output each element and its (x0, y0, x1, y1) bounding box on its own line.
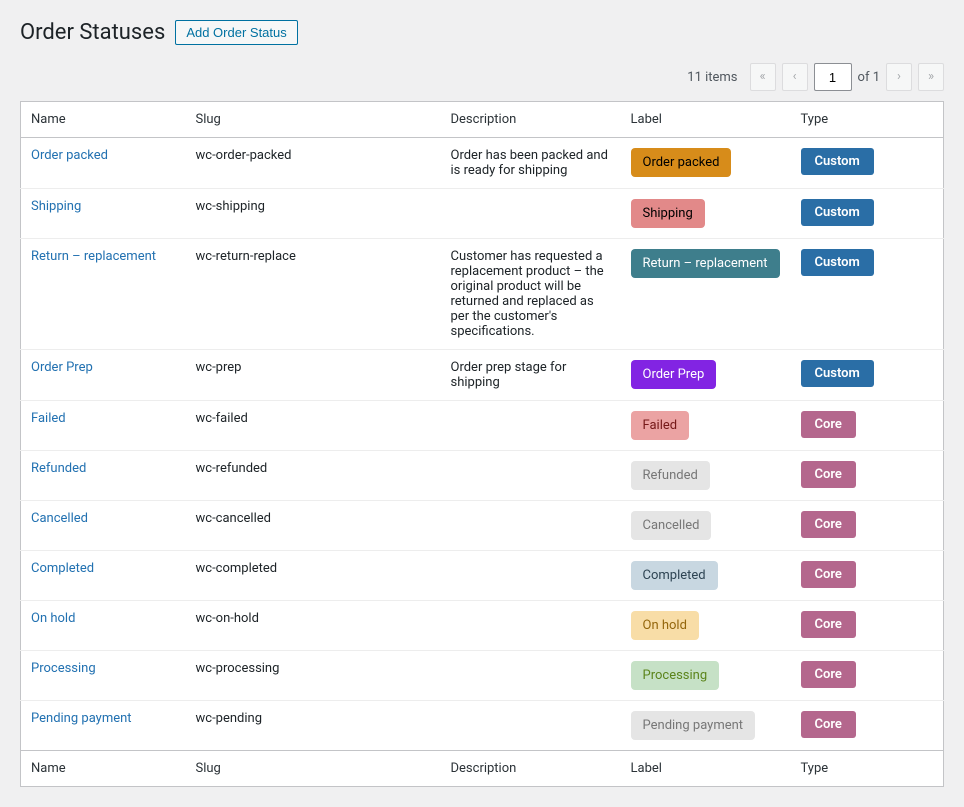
status-slug: wc-shipping (186, 189, 441, 239)
status-label-badge: Refunded (631, 461, 710, 490)
status-name-link[interactable]: Return – replacement (31, 249, 156, 264)
col-header-description[interactable]: Description (441, 102, 621, 138)
table-row: Completed wc-completed Completed Core (21, 551, 944, 601)
status-label-badge: On hold (631, 611, 699, 640)
status-description: Order has been packed and is ready for s… (441, 138, 621, 189)
status-description (441, 601, 621, 651)
status-description (441, 451, 621, 501)
table-row: Failed wc-failed Failed Core (21, 401, 944, 451)
col-header-type[interactable]: Type (791, 102, 944, 138)
status-type-badge: Core (801, 661, 856, 688)
status-description: Order prep stage for shipping (441, 350, 621, 401)
table-row: Shipping wc-shipping Shipping Custom (21, 189, 944, 239)
status-name-link[interactable]: Refunded (31, 461, 86, 476)
table-row: Pending payment wc-pending Pending payment… (21, 701, 944, 751)
prev-page-button[interactable]: ‹ (782, 63, 808, 91)
status-name-link[interactable]: On hold (31, 611, 75, 626)
status-slug: wc-failed (186, 401, 441, 451)
status-label-badge: Order Prep (631, 360, 717, 389)
page-title: Order Statuses (20, 20, 165, 45)
status-slug: wc-return-replace (186, 239, 441, 350)
col-footer-slug: Slug (186, 751, 441, 787)
items-count: 11 items (687, 70, 737, 85)
col-footer-name: Name (21, 751, 186, 787)
status-type-badge: Core (801, 461, 856, 488)
status-type-badge: Core (801, 711, 856, 738)
status-slug: wc-cancelled (186, 501, 441, 551)
status-type-badge: Core (801, 511, 856, 538)
col-footer-description: Description (441, 751, 621, 787)
status-slug: wc-completed (186, 551, 441, 601)
table-row: Return – replacementwc-return-replaceCus… (21, 239, 944, 350)
status-name-link[interactable]: Order packed (31, 148, 108, 163)
status-type-badge: Custom (801, 199, 874, 226)
col-header-name[interactable]: Name (21, 102, 186, 138)
table-row: Order Prep wc-prepOrder prep stage for sh… (21, 350, 944, 401)
next-page-button[interactable]: › (886, 63, 912, 91)
status-slug: wc-refunded (186, 451, 441, 501)
status-label-badge: Pending payment (631, 711, 756, 740)
status-description: Customer has requested a replacement pro… (441, 239, 621, 350)
status-label-badge: Order packed (631, 148, 732, 177)
status-label-badge: Cancelled (631, 511, 712, 540)
status-type-badge: Core (801, 561, 856, 588)
table-row: Processing wc-processing Processing Core (21, 651, 944, 701)
status-description (441, 651, 621, 701)
status-description (441, 401, 621, 451)
status-slug: wc-order-packed (186, 138, 441, 189)
status-name-link[interactable]: Order Prep (31, 360, 93, 375)
status-description (441, 701, 621, 751)
table-row: Refunded wc-refunded Refunded Core (21, 451, 944, 501)
status-description (441, 189, 621, 239)
pagination-top: 11 items « ‹ of 1 › » (20, 63, 944, 91)
status-type-badge: Core (801, 411, 856, 438)
status-slug: wc-processing (186, 651, 441, 701)
table-row: Cancelled wc-cancelled Cancelled Core (21, 501, 944, 551)
col-header-label[interactable]: Label (621, 102, 791, 138)
col-footer-label: Label (621, 751, 791, 787)
status-name-link[interactable]: Pending payment (31, 711, 132, 726)
last-page-button[interactable]: » (918, 63, 944, 91)
first-page-button[interactable]: « (750, 63, 776, 91)
table-row: Order packed wc-order-packedOrder has bee… (21, 138, 944, 189)
status-type-badge: Custom (801, 360, 874, 387)
order-status-table: Name Slug Description Label Type Order p… (20, 101, 944, 787)
col-footer-type: Type (791, 751, 944, 787)
status-name-link[interactable]: Processing (31, 661, 96, 676)
status-label-badge: Shipping (631, 199, 705, 228)
status-slug: wc-prep (186, 350, 441, 401)
status-type-badge: Custom (801, 148, 874, 175)
status-slug: wc-pending (186, 701, 441, 751)
status-name-link[interactable]: Cancelled (31, 511, 88, 526)
status-label-badge: Failed (631, 411, 690, 440)
add-order-status-button[interactable]: Add Order Status (175, 20, 297, 45)
current-page-input[interactable] (814, 63, 852, 91)
status-name-link[interactable]: Shipping (31, 199, 81, 214)
status-type-badge: Core (801, 611, 856, 638)
table-row: On hold wc-on-hold On hold Core (21, 601, 944, 651)
status-description (441, 501, 621, 551)
status-label-badge: Processing (631, 661, 720, 690)
status-label-badge: Completed (631, 561, 718, 590)
status-slug: wc-on-hold (186, 601, 441, 651)
status-name-link[interactable]: Completed (31, 561, 94, 576)
status-type-badge: Custom (801, 249, 874, 276)
total-pages-text: of 1 (858, 70, 880, 85)
status-label-badge: Return – replacement (631, 249, 780, 278)
status-name-link[interactable]: Failed (31, 411, 66, 426)
col-header-slug[interactable]: Slug (186, 102, 441, 138)
status-description (441, 551, 621, 601)
